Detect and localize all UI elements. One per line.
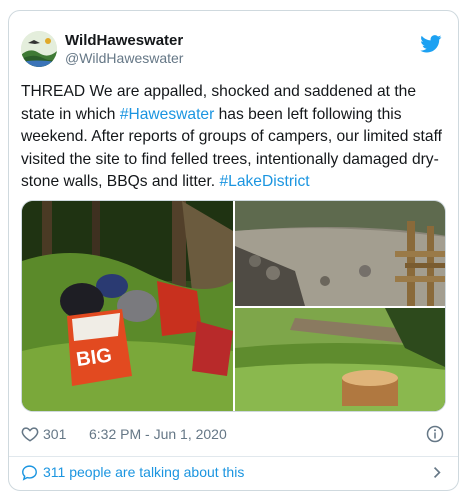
conversation-count-text: 311 people are talking about this bbox=[43, 464, 245, 480]
tweet-card: WildHaweswater @WildHaweswater THREAD We… bbox=[8, 10, 459, 491]
photo-felled-tree[interactable] bbox=[235, 308, 445, 411]
twitter-bird-icon[interactable] bbox=[420, 35, 442, 53]
footer-divider bbox=[9, 456, 458, 457]
timestamp-link[interactable]: 6:32 PM - Jun 1, 2020 bbox=[89, 423, 227, 445]
photo-litter-bags[interactable]: BIG bbox=[22, 201, 233, 411]
chevron-right-icon bbox=[433, 467, 441, 478]
speech-bubble-icon bbox=[22, 465, 37, 481]
user-names: WildHaweswater @WildHaweswater bbox=[65, 31, 183, 67]
conversation-link[interactable]: 311 people are talking about this bbox=[21, 461, 446, 483]
media-grid: BIG bbox=[21, 200, 446, 412]
like-count[interactable]: 301 bbox=[43, 423, 66, 445]
wildhaweswater-logo-icon bbox=[21, 31, 57, 67]
hashtag-lakedistrict-link[interactable]: #LakeDistrict bbox=[219, 173, 309, 190]
info-icon[interactable] bbox=[426, 425, 444, 443]
stone-wall-image bbox=[235, 201, 445, 306]
user-handle[interactable]: @WildHaweswater bbox=[65, 50, 183, 67]
tweet-meta: 301 6:32 PM - Jun 1, 2020 bbox=[21, 423, 446, 445]
litter-bags-image: BIG bbox=[22, 201, 233, 411]
display-name[interactable]: WildHaweswater bbox=[65, 31, 183, 50]
tweet-text: THREAD We are appalled, shocked and sadd… bbox=[21, 81, 446, 194]
heart-icon[interactable] bbox=[21, 425, 39, 443]
photo-stone-wall[interactable] bbox=[235, 201, 445, 306]
tweet-header: WildHaweswater @WildHaweswater bbox=[21, 23, 446, 67]
felled-tree-image bbox=[235, 308, 445, 411]
hashtag-haweswater-link[interactable]: #Haweswater bbox=[120, 106, 214, 123]
avatar[interactable] bbox=[21, 31, 57, 67]
